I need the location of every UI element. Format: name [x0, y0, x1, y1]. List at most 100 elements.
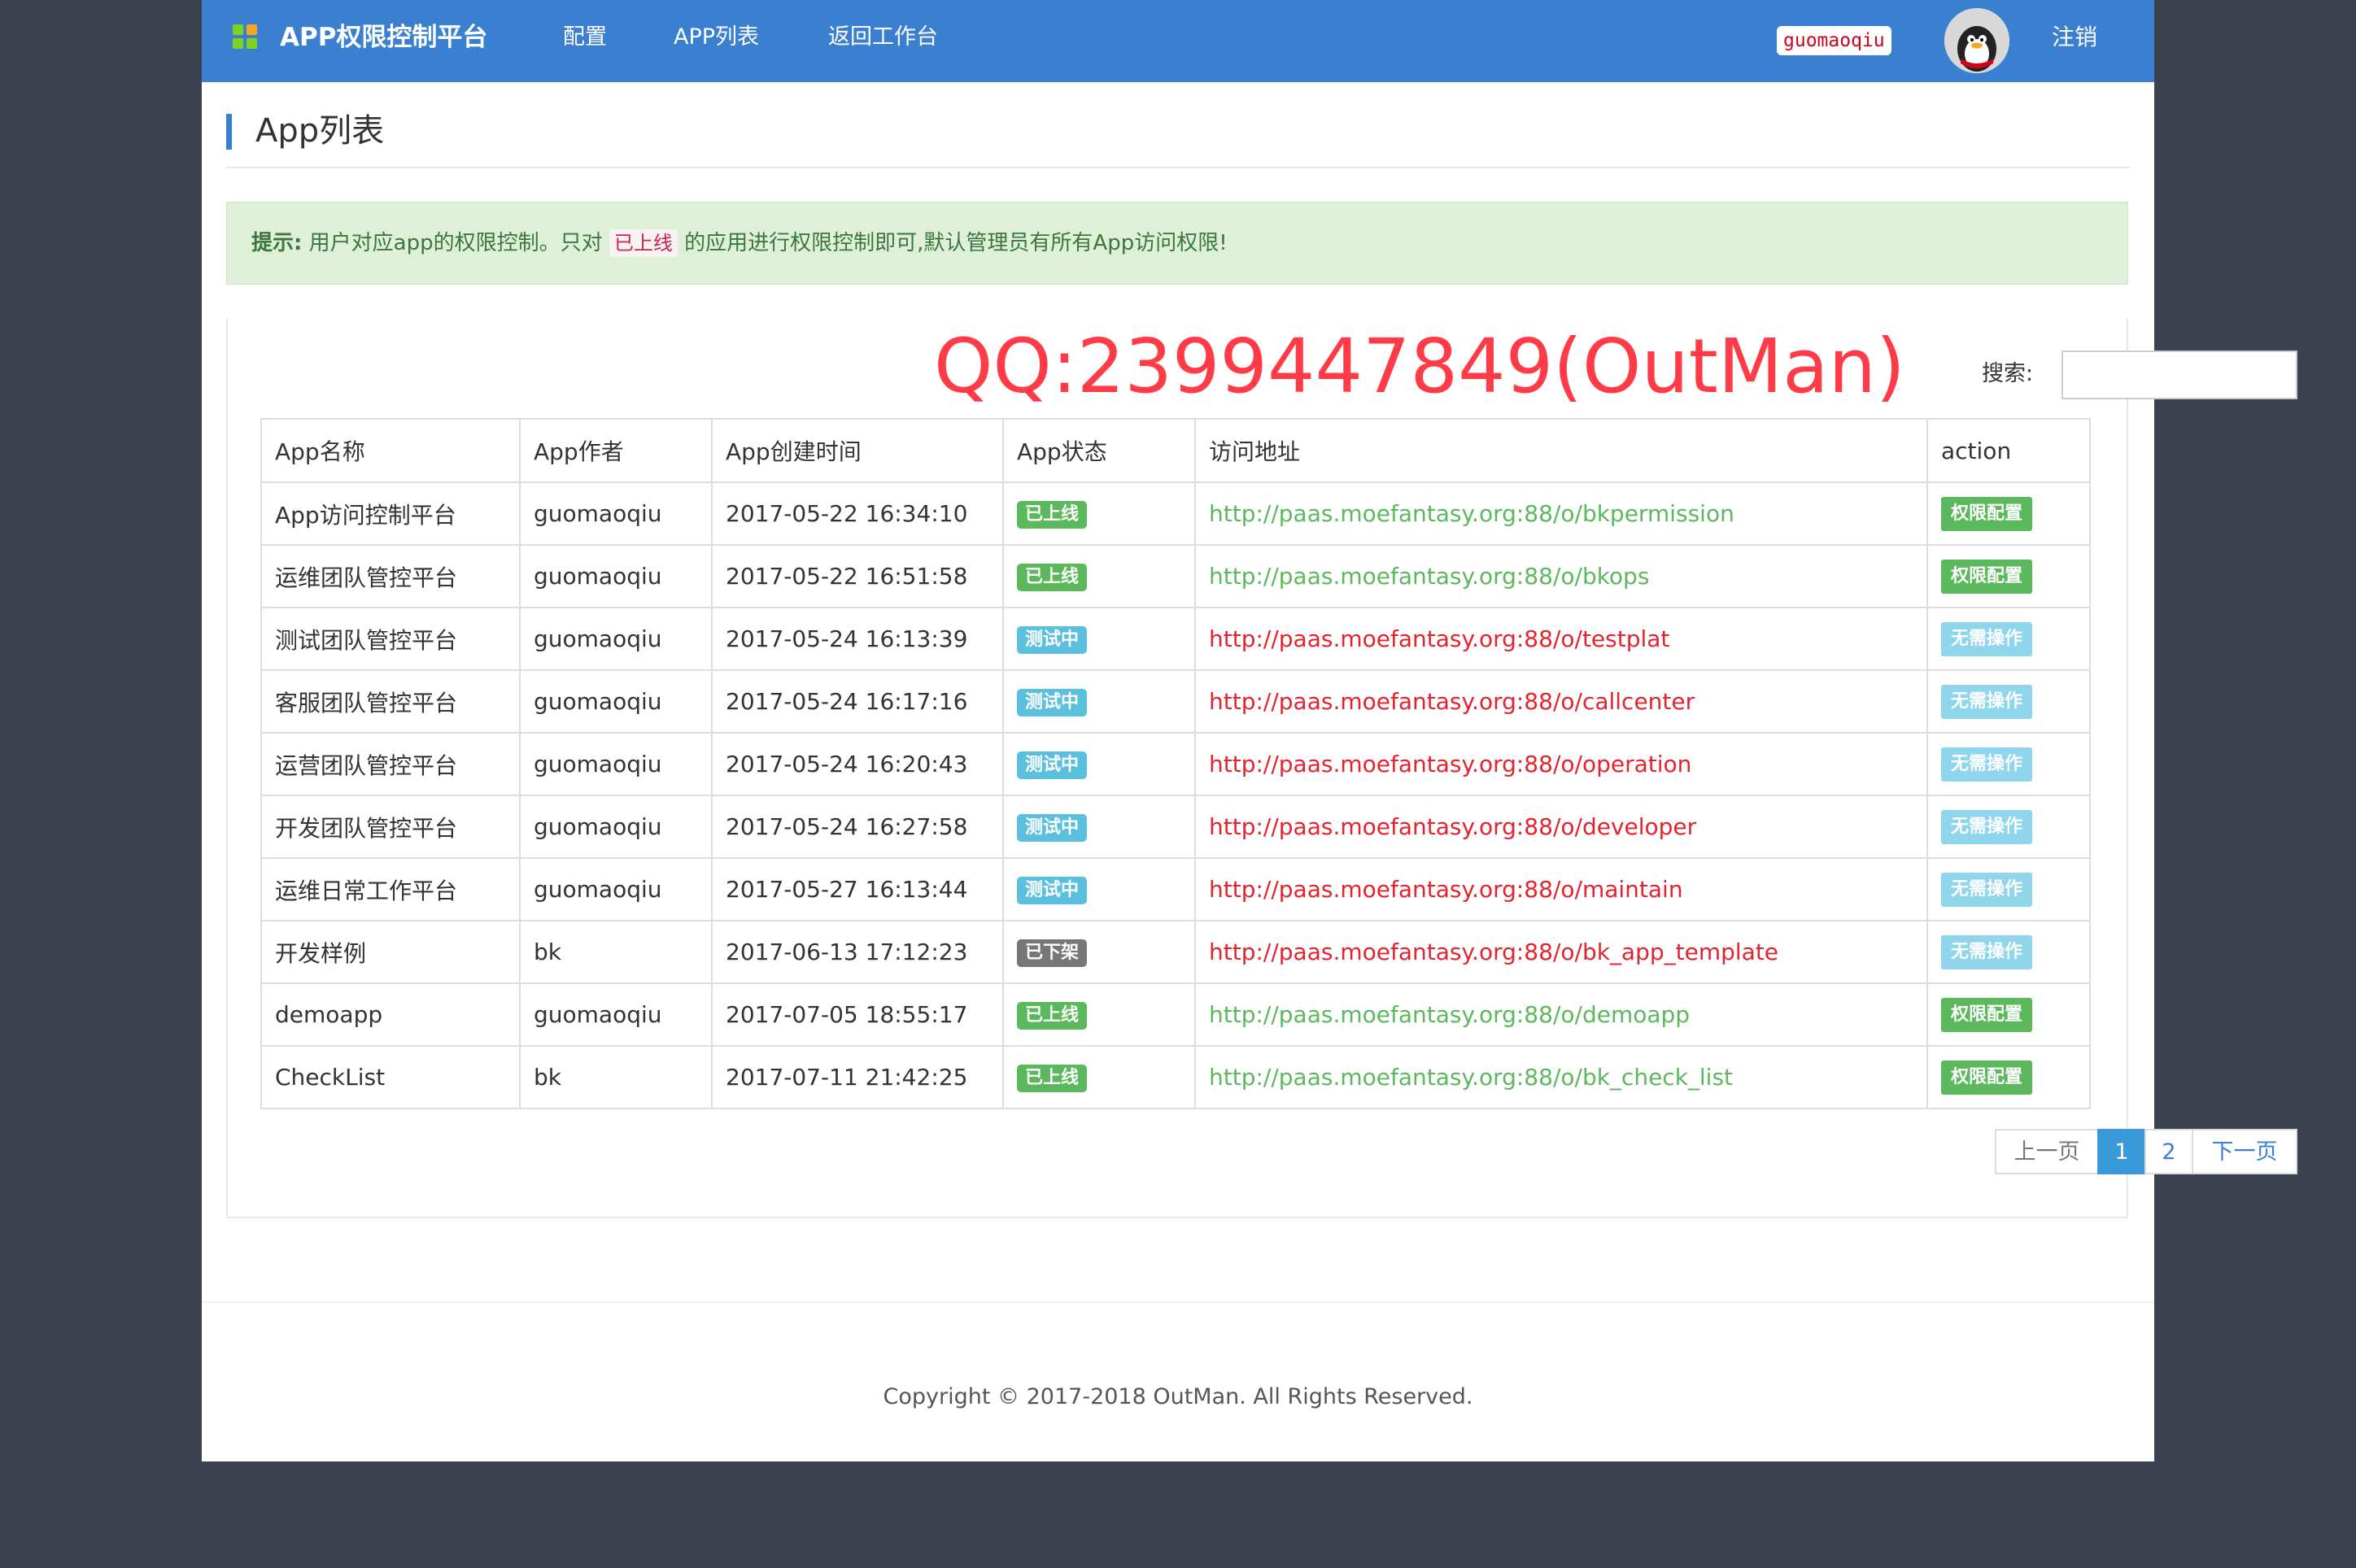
- status-badge: 测试中: [1017, 751, 1088, 779]
- column-header-created[interactable]: App创建时间: [711, 418, 1004, 483]
- cell-app-name: 测试团队管控平台: [260, 607, 521, 671]
- status-badge: 测试中: [1017, 877, 1088, 904]
- page-button-2[interactable]: 2: [2144, 1129, 2193, 1174]
- table-row: 客服团队管控平台 guomaoqiu 2017-05-24 16:17:16 测试中 h…: [260, 669, 2091, 734]
- page-container: APP权限控制平台 配置 APP列表 返回工作台 guomaoqiu 注销 Ap…: [202, 0, 2297, 1461]
- cell-author: guomaoqiu: [519, 607, 713, 671]
- cell-app-name: 客服团队管控平台: [260, 669, 521, 734]
- permission-config-button[interactable]: 权限配置: [1941, 1060, 2033, 1095]
- page-title: App列表: [255, 112, 385, 150]
- table-header-row: App名称 App作者 App创建时间 App状态 访问地址 action: [260, 418, 2091, 483]
- column-header-url[interactable]: 访问地址: [1194, 418, 1928, 483]
- permission-config-button[interactable]: 权限配置: [1941, 496, 2033, 531]
- cell-author: guomaoqiu: [519, 982, 713, 1047]
- cell-status: 已上线: [1002, 544, 1196, 608]
- table-row: 运维日常工作平台 guomaoqiu 2017-05-27 16:13:44 测试中 h…: [260, 857, 2091, 921]
- app-url-link[interactable]: http://paas.moefantasy.org:88/o/bkpermis…: [1209, 500, 1734, 527]
- status-badge: 测试中: [1017, 626, 1088, 654]
- cell-action: 权限配置: [1926, 481, 2091, 546]
- column-header-author[interactable]: App作者: [519, 418, 713, 483]
- footer-copyright: Copyright © 2017-2018 OutMan. All Rights…: [883, 1384, 1473, 1409]
- brand-title[interactable]: APP权限控制平台: [280, 21, 487, 54]
- column-header-name[interactable]: App名称: [260, 418, 521, 483]
- cell-status: 已上线: [1002, 982, 1196, 1047]
- cell-app-name: App访问控制平台: [260, 481, 521, 546]
- app-url-link[interactable]: http://paas.moefantasy.org:88/o/testplat: [1209, 625, 1669, 652]
- cell-action: 无需操作: [1926, 795, 2091, 859]
- permission-config-button[interactable]: 权限配置: [1941, 997, 2033, 1032]
- page-button-1[interactable]: 1: [2097, 1129, 2146, 1174]
- app-url-link[interactable]: http://paas.moefantasy.org:88/o/bkops: [1209, 563, 1649, 590]
- cell-status: 已下架: [1002, 920, 1196, 984]
- cell-url: http://paas.moefantasy.org:88/o/bkops: [1194, 544, 1928, 608]
- cell-url: http://paas.moefantasy.org:88/o/testplat: [1194, 607, 1928, 671]
- cell-url: http://paas.moefantasy.org:88/o/bk_app_t…: [1194, 920, 1928, 984]
- app-url-link[interactable]: http://paas.moefantasy.org:88/o/bk_check…: [1209, 1064, 1733, 1091]
- table-row: 运营团队管控平台 guomaoqiu 2017-05-24 16:20:43 测试中 h…: [260, 732, 2091, 796]
- cell-created-time: 2017-05-24 16:13:39: [711, 607, 1004, 671]
- penguin-avatar-icon: [1944, 8, 2009, 73]
- table-row: 运维团队管控平台 guomaoqiu 2017-05-22 16:51:58 已上线 h…: [260, 544, 2091, 608]
- cell-url: http://paas.moefantasy.org:88/o/maintain: [1194, 857, 1928, 921]
- cell-created-time: 2017-05-24 16:27:58: [711, 795, 1004, 859]
- column-header-status[interactable]: App状态: [1002, 418, 1196, 483]
- permission-config-button[interactable]: 权限配置: [1941, 559, 2033, 594]
- cell-action: 无需操作: [1926, 857, 2091, 921]
- cell-status: 已上线: [1002, 1045, 1196, 1109]
- app-url-link[interactable]: http://paas.moefantasy.org:88/o/callcent…: [1209, 688, 1695, 715]
- cell-author: guomaoqiu: [519, 795, 713, 859]
- footer-divider: [202, 1301, 2154, 1303]
- cell-author: guomaoqiu: [519, 669, 713, 734]
- next-page-button[interactable]: 下一页: [2192, 1129, 2297, 1174]
- table-row: 测试团队管控平台 guomaoqiu 2017-05-24 16:13:39 测试中 h…: [260, 607, 2091, 671]
- tip-text-after: 的应用进行权限控制即可,默认管理员有所有App访问权限!: [684, 231, 1228, 255]
- cell-status: 测试中: [1002, 795, 1196, 859]
- status-badge: 已上线: [1017, 564, 1088, 591]
- cell-action: 无需操作: [1926, 669, 2091, 734]
- cell-author: guomaoqiu: [519, 732, 713, 796]
- app-url-link[interactable]: http://paas.moefantasy.org:88/o/maintain: [1209, 876, 1683, 903]
- nav-link-config[interactable]: 配置: [563, 23, 607, 52]
- nav-link-workbench[interactable]: 返回工作台: [828, 23, 938, 52]
- tip-highlight: 已上线: [609, 229, 678, 257]
- cell-app-name: 运营团队管控平台: [260, 732, 521, 796]
- no-action-button: 无需操作: [1941, 621, 2033, 656]
- search-input[interactable]: [2062, 351, 2297, 399]
- logout-link[interactable]: 注销: [2052, 23, 2097, 52]
- cell-app-name: CheckList: [260, 1045, 521, 1109]
- app-url-link[interactable]: http://paas.moefantasy.org:88/o/bk_app_t…: [1209, 939, 1778, 965]
- cell-action: 权限配置: [1926, 982, 2091, 1047]
- tip-text-before: 用户对应app的权限控制。只对: [308, 231, 603, 255]
- status-badge: 已上线: [1017, 1065, 1088, 1092]
- cell-app-name: demoapp: [260, 982, 521, 1047]
- table-row: demoapp guomaoqiu 2017-07-05 18:55:17 已上线 ht…: [260, 982, 2091, 1047]
- cell-app-name: 运维日常工作平台: [260, 857, 521, 921]
- status-badge: 已上线: [1017, 501, 1088, 529]
- no-action-button: 无需操作: [1941, 934, 2033, 969]
- avatar[interactable]: [1944, 8, 2009, 73]
- app-url-link[interactable]: http://paas.moefantasy.org:88/o/operatio…: [1209, 751, 1691, 777]
- username-badge: guomaoqiu: [1777, 26, 1891, 55]
- tip-alert: 提示: 用户对应app的权限控制。只对 已上线 的应用进行权限控制即可,默认管理…: [226, 202, 2128, 285]
- cell-author: guomaoqiu: [519, 481, 713, 546]
- no-action-button: 无需操作: [1941, 684, 2033, 719]
- title-accent-bar: [226, 114, 232, 150]
- cell-author: bk: [519, 1045, 713, 1109]
- prev-page-button[interactable]: 上一页: [1995, 1129, 2099, 1174]
- table-body: App访问控制平台 guomaoqiu 2017-05-22 16:34:10 已上线…: [260, 481, 2091, 1109]
- search-label: 搜索:: [1982, 361, 2034, 386]
- top-navbar: APP权限控制平台 配置 APP列表 返回工作台 guomaoqiu 注销: [202, 0, 2154, 82]
- cell-created-time: 2017-07-11 21:42:25: [711, 1045, 1004, 1109]
- cell-url: http://paas.moefantasy.org:88/o/develope…: [1194, 795, 1928, 859]
- cell-status: 测试中: [1002, 669, 1196, 734]
- app-logo-icon: [233, 24, 260, 52]
- status-badge: 测试中: [1017, 689, 1088, 716]
- cell-created-time: 2017-07-05 18:55:17: [711, 982, 1004, 1047]
- app-url-link[interactable]: http://paas.moefantasy.org:88/o/develope…: [1209, 813, 1696, 840]
- app-url-link[interactable]: http://paas.moefantasy.org:88/o/demoapp: [1209, 1001, 1690, 1028]
- column-header-action[interactable]: action: [1926, 418, 2091, 483]
- cell-action: 无需操作: [1926, 732, 2091, 796]
- cell-author: guomaoqiu: [519, 857, 713, 921]
- nav-link-app-list[interactable]: APP列表: [674, 23, 759, 52]
- cell-action: 无需操作: [1926, 607, 2091, 671]
